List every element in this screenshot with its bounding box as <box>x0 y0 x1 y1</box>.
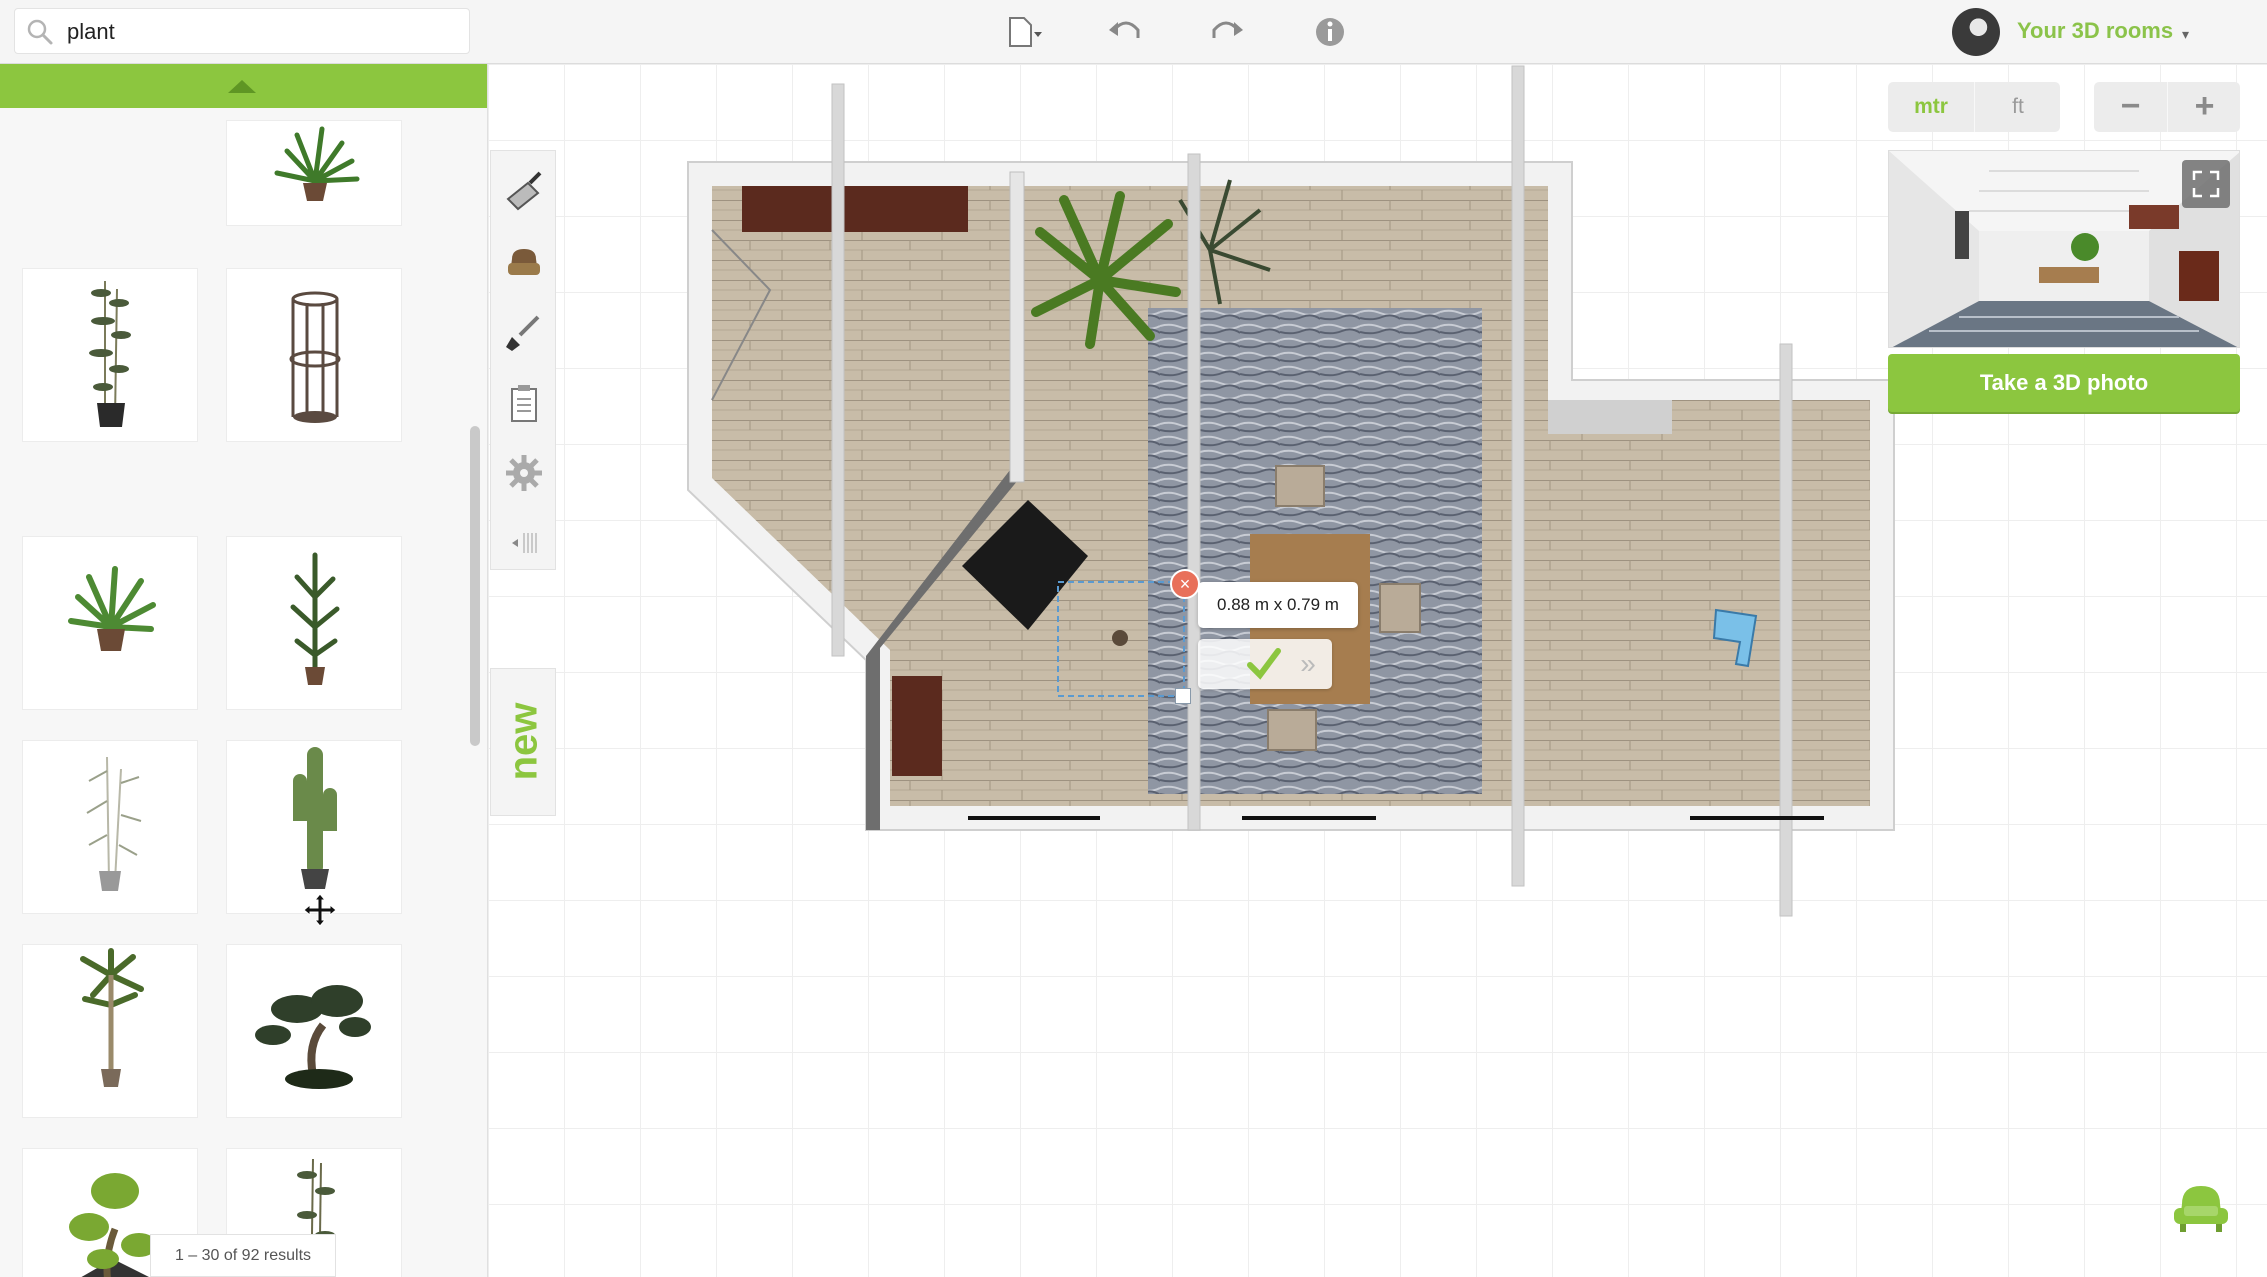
catalog-panel: 1 – 30 of 92 results <box>0 64 488 1277</box>
resize-handle[interactable] <box>1175 688 1191 704</box>
tool-strip <box>490 150 556 570</box>
white-bamboo-icon <box>86 756 142 891</box>
catalog-item[interactable] <box>226 268 402 442</box>
catalog-item[interactable] <box>22 268 198 442</box>
bamboo-plant-icon <box>89 281 131 427</box>
redo-icon[interactable] <box>1206 14 1246 50</box>
item-edit-blank-button[interactable] <box>1198 639 1242 689</box>
collapse-catalog-bar[interactable] <box>0 64 487 108</box>
confirm-check-icon[interactable] <box>1242 639 1286 689</box>
cactus-icon <box>293 747 337 889</box>
new-items-tab[interactable]: new <box>490 668 556 816</box>
trowel-icon[interactable] <box>502 169 546 213</box>
gear-icon[interactable] <box>502 451 546 495</box>
potted-palm-icon <box>274 126 360 201</box>
catalog-item[interactable] <box>22 740 198 914</box>
catalog-item[interactable] <box>226 740 402 914</box>
results-count: 1 – 30 of 92 results <box>150 1234 336 1277</box>
chevron-left-icon[interactable] <box>502 521 546 565</box>
tall-spiky-plant-icon <box>290 552 340 685</box>
info-icon[interactable] <box>1310 14 1350 50</box>
unit-feet-button[interactable]: ft <box>1974 82 2061 132</box>
zoom-control: − + <box>2094 82 2240 132</box>
search-input[interactable] <box>65 16 459 48</box>
zoom-in-button[interactable]: + <box>2167 82 2241 132</box>
file-menu-icon[interactable] <box>1004 14 1044 50</box>
item-edit-buttons: » <box>1198 639 1332 689</box>
armchair-icon[interactable] <box>502 241 546 285</box>
selected-plant <box>1112 630 1128 646</box>
take-3d-photo-button[interactable]: Take a 3D photo <box>1888 354 2240 412</box>
clipboard-icon[interactable] <box>502 381 546 425</box>
catalog-item[interactable] <box>226 944 402 1118</box>
cabinet <box>742 186 968 232</box>
catalog-item[interactable] <box>22 944 198 1118</box>
bonsai-tree-icon <box>255 985 371 1089</box>
small-palm-tree-icon <box>80 948 144 1087</box>
armchair-support-icon[interactable] <box>2170 1178 2232 1238</box>
kitchen-counter <box>1548 400 1672 434</box>
chevron-up-icon <box>228 80 256 93</box>
search-box[interactable] <box>14 8 470 54</box>
catalog-item[interactable] <box>226 536 402 710</box>
dimension-label: 0.88 m x 0.79 m <box>1198 582 1358 628</box>
top-toolbar: Your 3D rooms ▾ <box>0 0 2267 64</box>
unit-toggle: mtr ft <box>1888 82 2060 132</box>
potted-palm-small-icon <box>68 566 156 651</box>
expand-icon[interactable] <box>2182 160 2230 208</box>
chevron-down-icon[interactable]: ▾ <box>2182 26 2189 43</box>
move-cursor-icon <box>303 893 337 927</box>
interior-wall <box>1009 171 1025 483</box>
unit-metric-button[interactable]: mtr <box>1888 82 1974 132</box>
catalog-item[interactable] <box>22 536 198 710</box>
side-cabinet <box>892 676 942 776</box>
delete-item-button[interactable]: × <box>1170 569 1200 599</box>
catalog-item[interactable] <box>226 120 402 226</box>
avatar[interactable] <box>1952 8 2000 56</box>
zoom-out-button[interactable]: − <box>2094 82 2167 132</box>
search-icon <box>27 19 53 45</box>
wire-cage-planter-icon <box>289 291 341 423</box>
more-options-button[interactable]: » <box>1286 639 1330 689</box>
catalog-scrollbar-thumb[interactable] <box>470 426 480 746</box>
your-3d-rooms-link[interactable]: Your 3D rooms <box>2017 18 2173 44</box>
paintbrush-icon[interactable] <box>502 311 546 355</box>
undo-icon[interactable] <box>1106 14 1146 50</box>
new-tab-label: new <box>501 702 546 781</box>
